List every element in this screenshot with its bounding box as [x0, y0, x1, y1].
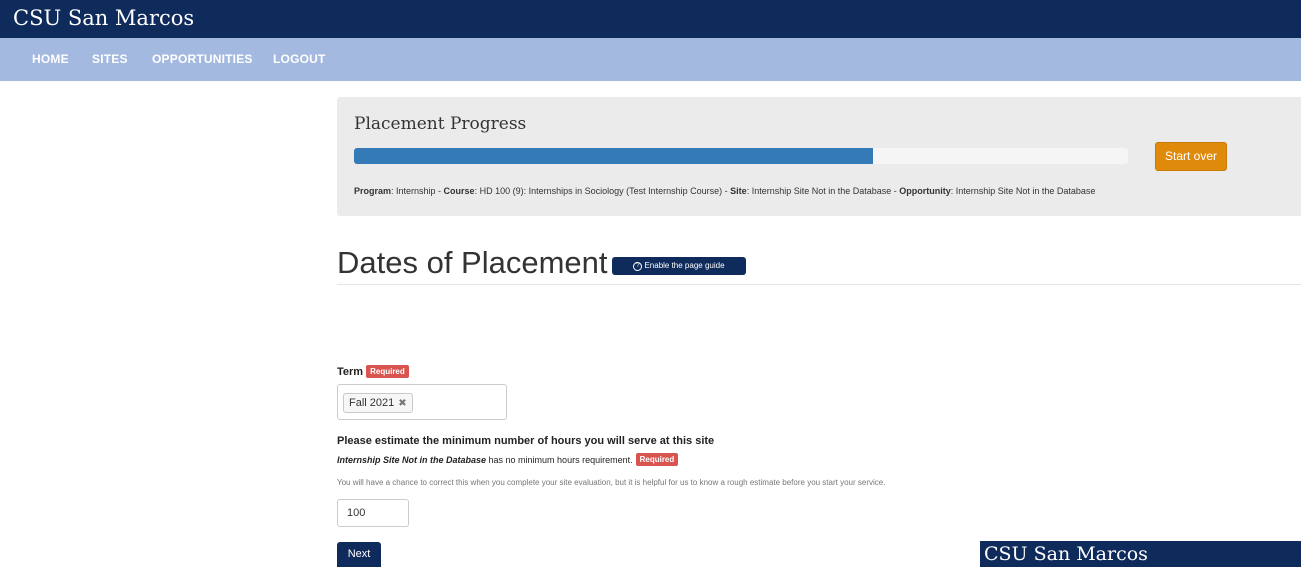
progress-bar — [354, 148, 1128, 164]
footer-brand-title: CSU San Marcos — [984, 543, 1148, 565]
opportunity-label: Opportunity — [899, 186, 951, 196]
progress-title: Placement Progress — [354, 114, 527, 134]
enable-page-guide-button[interactable]: ? Enable the page guide — [612, 257, 746, 275]
term-select[interactable]: Fall 2021 ✖ — [337, 384, 507, 420]
term-label: Term Required — [337, 365, 409, 378]
site-label: Site — [730, 186, 747, 196]
progress-bar-fill — [354, 148, 873, 164]
heading-divider — [337, 284, 1301, 285]
opportunity-value: : Internship Site Not in the Database — [950, 186, 1096, 196]
nav-opportunities[interactable]: OPPORTUNITIES — [152, 52, 253, 66]
hours-note-text: has no minimum hours requirement. — [486, 455, 633, 465]
question-circle-icon: ? — [633, 262, 643, 271]
placement-summary: Program: Internship - Course: HD 100 (9)… — [354, 186, 1095, 196]
footer-brand-bar: CSU San Marcos — [980, 541, 1301, 567]
main-nav: HOME SITES OPPORTUNITIES LOGOUT — [0, 38, 1301, 81]
program-value: : Internship - — [391, 186, 444, 196]
page-title: Dates of Placement — [337, 245, 608, 280]
hours-note: Internship Site Not in the Database has … — [337, 453, 679, 466]
term-selected-chip: Fall 2021 ✖ — [343, 393, 413, 413]
course-label: Course — [443, 186, 475, 196]
term-label-text: Term — [337, 366, 364, 378]
start-over-button[interactable]: Start over — [1155, 142, 1227, 171]
next-button[interactable]: Next — [337, 542, 381, 567]
hours-label: Please estimate the minimum number of ho… — [337, 435, 715, 447]
term-selected-value: Fall 2021 — [349, 397, 395, 409]
nav-sites[interactable]: SITES — [92, 52, 128, 66]
hours-site-name: Internship Site Not in the Database — [337, 455, 487, 465]
brand-title[interactable]: CSU San Marcos — [13, 5, 194, 31]
guide-button-label: Enable the page guide — [644, 261, 725, 270]
hours-help-text: You will have a chance to correct this w… — [337, 478, 886, 487]
placement-progress-panel: Placement Progress Start over Program: I… — [337, 97, 1301, 216]
hours-required-badge: Required — [635, 453, 679, 466]
nav-logout[interactable]: LOGOUT — [273, 52, 326, 66]
nav-home[interactable]: HOME — [32, 52, 69, 66]
remove-term-icon[interactable]: ✖ — [398, 398, 406, 409]
hours-input[interactable] — [337, 499, 409, 527]
course-value: : HD 100 (9): Internships in Sociology (… — [474, 186, 731, 196]
site-value: : Internship Site Not in the Database - — [746, 186, 900, 196]
program-label: Program — [354, 186, 392, 196]
required-badge: Required — [366, 365, 409, 378]
top-header-bar: CSU San Marcos — [0, 0, 1301, 38]
